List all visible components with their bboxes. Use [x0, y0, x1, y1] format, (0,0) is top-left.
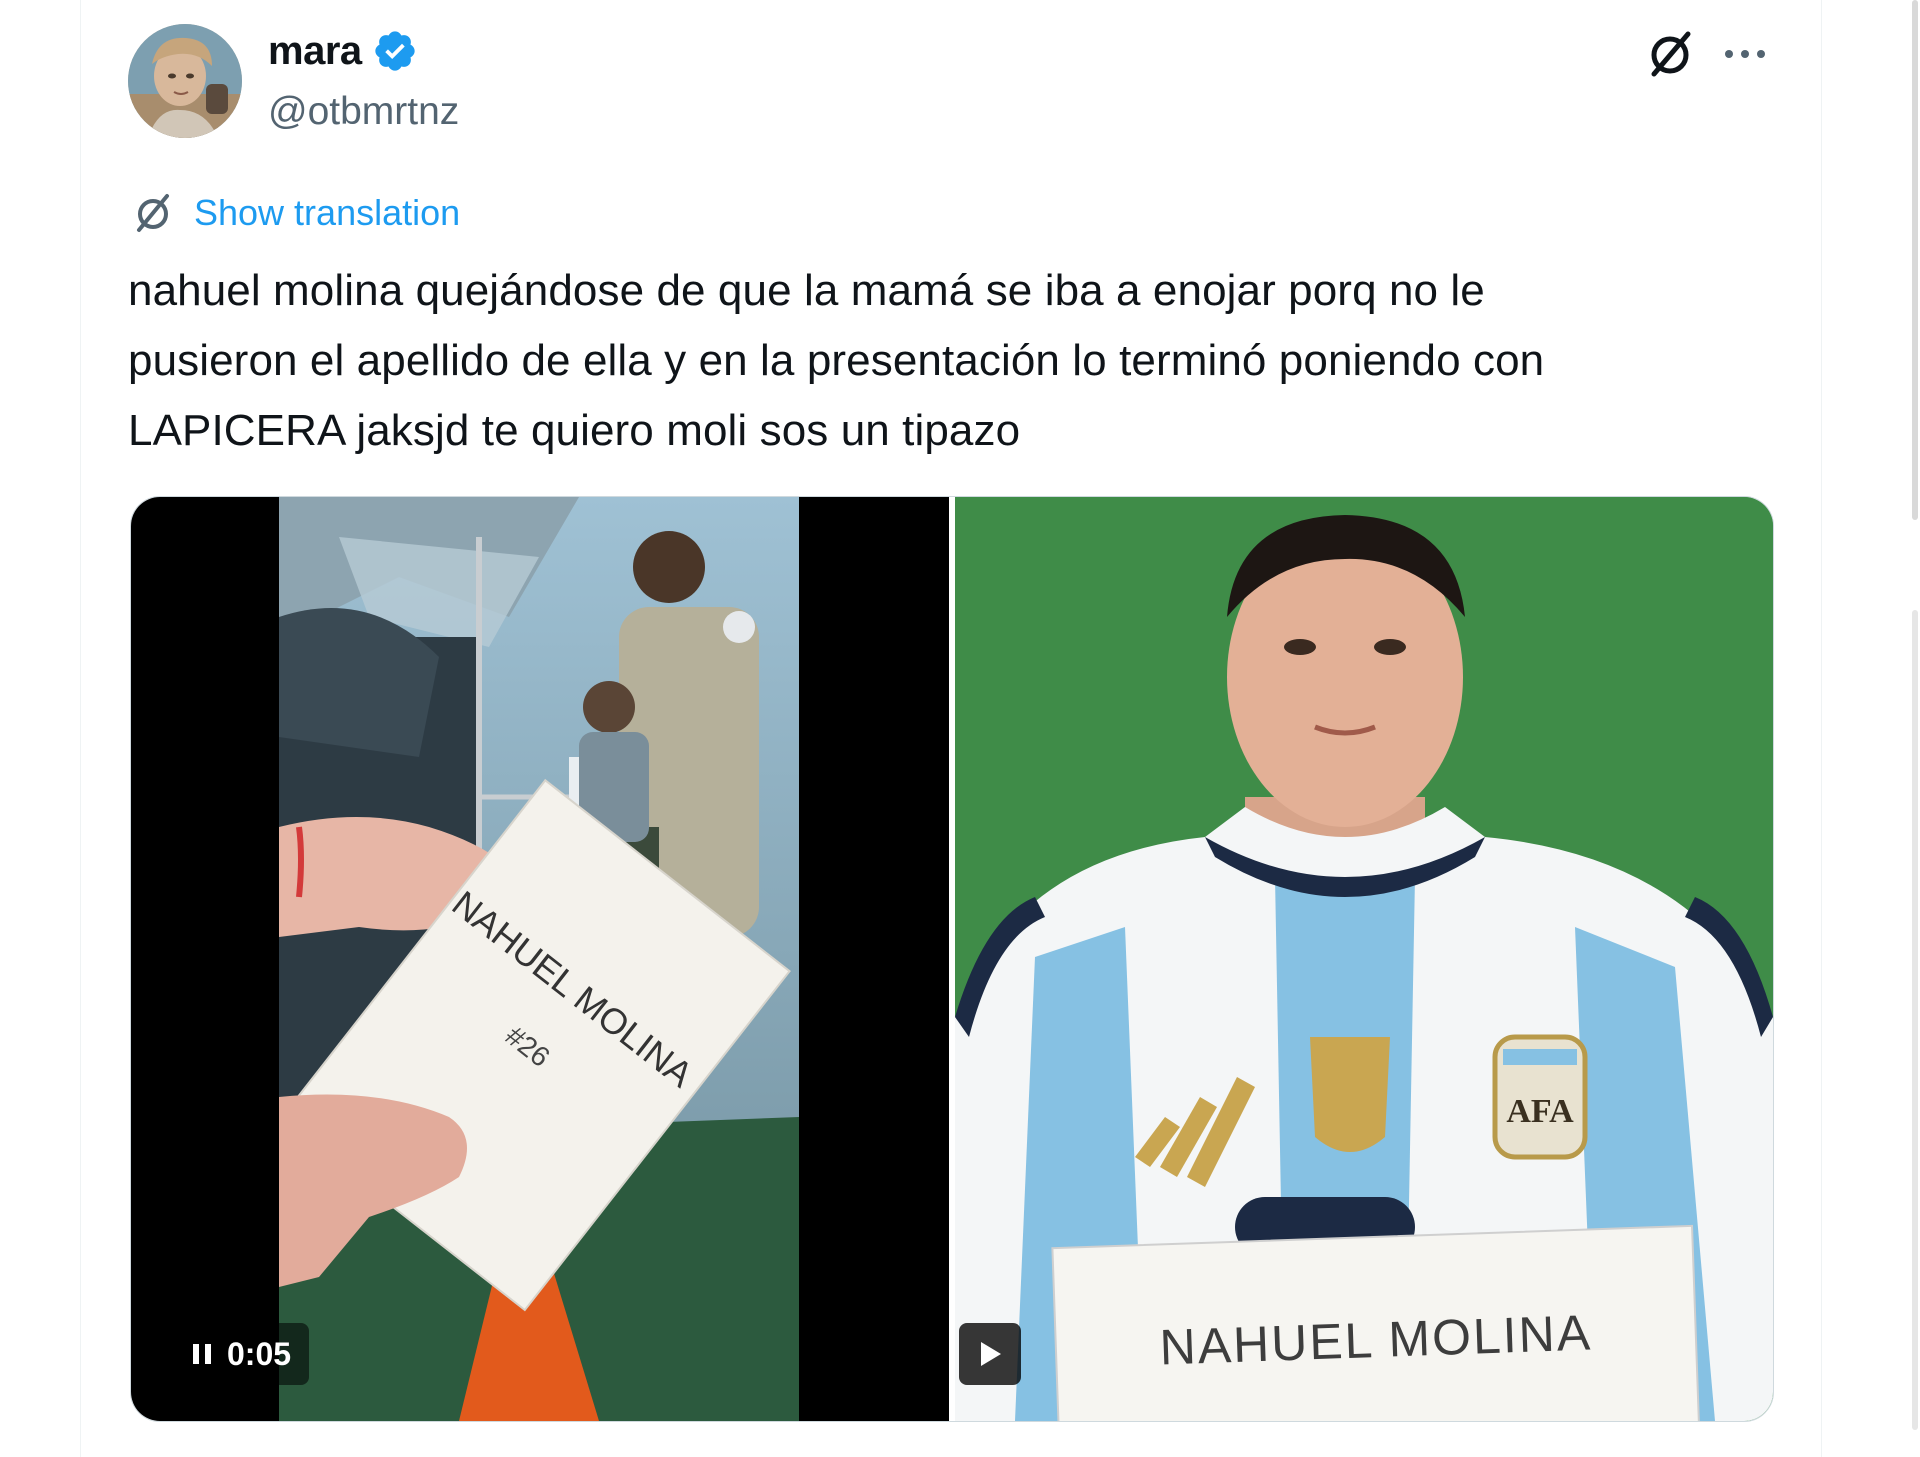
author-handle[interactable]: @otbmrtnz [268, 90, 459, 134]
avatar-image [128, 24, 242, 138]
video-timestamp: 0:05 [227, 1335, 292, 1372]
afa-crest: AFA [1492, 1034, 1588, 1160]
video-player-left[interactable]: NAHUEL MOLINA #26 0:05 [131, 497, 949, 1421]
video-player-right[interactable]: AFA NAHUEL MOLINA [955, 497, 1773, 1421]
tweet-text-line: pusieron el apellido de ella y en la pre… [128, 336, 1545, 385]
show-translation-link[interactable]: Show translation [194, 192, 460, 234]
verified-badge-icon [374, 31, 415, 71]
more-dots-icon[interactable] [1720, 34, 1770, 74]
tweet-text: nahuel molina quejándose de que la mamá … [128, 256, 1778, 466]
video-frame: NAHUEL MOLINA #26 [279, 497, 799, 1421]
tweet-text-line: nahuel molina quejándose de que la mamá … [128, 266, 1485, 315]
author-name-row[interactable]: mara [268, 28, 418, 74]
play-button[interactable] [959, 1323, 1021, 1385]
video-thumbnail-player-portrait: AFA NAHUEL MOLINA [955, 497, 1773, 1421]
video-thumbnail-backstage: NAHUEL MOLINA #26 [279, 497, 799, 1421]
grok-icon[interactable] [1640, 28, 1700, 80]
media-grid: NAHUEL MOLINA #26 0:05 AFA NAHUEL MOLINA [130, 496, 1774, 1422]
translate-icon [137, 194, 169, 232]
show-translation-row[interactable]: Show translation [130, 190, 460, 236]
pause-icon[interactable] [191, 1341, 213, 1367]
author-display-name[interactable]: mara [268, 29, 362, 74]
play-icon[interactable] [977, 1339, 1003, 1369]
avatar[interactable] [128, 24, 242, 138]
playback-controls[interactable]: 0:05 [173, 1323, 310, 1385]
afa-crest-text: AFA [1506, 1093, 1574, 1130]
tweet-text-line: LAPICERA jaksjd te quiero moli sos un ti… [128, 406, 1021, 455]
tweet-card[interactable]: mara @otbmrtnz Show translation nahuel m… [0, 0, 1920, 1457]
